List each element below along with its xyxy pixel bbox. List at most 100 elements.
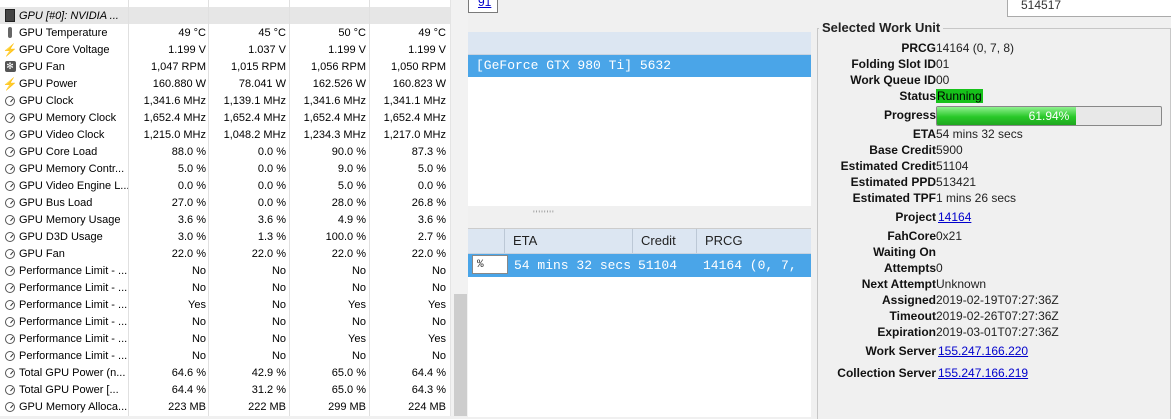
sensor-row[interactable]: Performance Limit - ... No No No No bbox=[0, 262, 450, 279]
sensor-row[interactable]: ✻ GPU Fan 1,047 RPM 1,015 RPM 1,056 RPM 1,050… bbox=[0, 58, 450, 75]
queue-row[interactable]: % 54 mins 32 secs 51104 14164 (0, 7, bbox=[468, 254, 811, 277]
sensor-row[interactable]: Performance Limit - ... No No No No bbox=[0, 347, 450, 364]
progress-label: Progress bbox=[883, 108, 936, 122]
sensor-avg-value: No bbox=[431, 315, 446, 328]
scrollbar-thumb[interactable] bbox=[454, 294, 467, 416]
sensor-min-value: No bbox=[271, 332, 286, 345]
sensor-min-value: 1,015 RPM bbox=[230, 60, 286, 73]
project-label: Project bbox=[895, 210, 936, 224]
next-attempt-label: Next Attempt bbox=[861, 277, 936, 291]
work-server-link[interactable]: 155.247.166.220 bbox=[938, 344, 1028, 358]
queue-col-credit-header[interactable]: Credit bbox=[632, 229, 696, 253]
sensor-min-value: 0.0 % bbox=[257, 145, 286, 158]
sensor-max-value: No bbox=[351, 281, 366, 294]
thermometer-icon bbox=[4, 27, 16, 39]
sensor-avg-value: 1,652.4 MHz bbox=[383, 111, 446, 124]
sensor-min-value: 0.0 % bbox=[257, 196, 286, 209]
sensor-avg-value: 0.0 % bbox=[417, 179, 446, 192]
sensor-max-value: 65.0 % bbox=[331, 383, 366, 396]
sensor-name: Performance Limit - ... bbox=[19, 281, 128, 294]
queue-col-eta-header[interactable]: ETA bbox=[504, 229, 632, 253]
sensor-min-value: 1,139.1 MHz bbox=[223, 94, 286, 107]
sensor-max-value: 22.0 % bbox=[331, 247, 366, 260]
sensor-current-value: 1.199 V bbox=[168, 43, 206, 56]
sensor-max-value: 299 MB bbox=[328, 400, 366, 413]
sensor-row[interactable]: ⚡ GPU Power 160.880 W 78.041 W 162.526 W 160.… bbox=[0, 75, 450, 92]
sensor-row[interactable]: GPU Fan 22.0 % 22.0 % 22.0 % 22.0 % bbox=[0, 245, 450, 262]
wu-row-slot: Folding Slot ID 01 bbox=[811, 57, 1171, 73]
sensor-row[interactable]: Performance Limit - ... No No Yes Yes bbox=[0, 330, 450, 347]
gauge-icon bbox=[4, 367, 16, 379]
sensor-row[interactable]: GPU Temperature 49 °C 45 °C 50 °C 49 °C bbox=[0, 24, 450, 41]
sensor-max-value: 1,341.6 MHz bbox=[303, 94, 366, 107]
sensor-row[interactable]: GPU Memory Alloca... 223 MB 222 MB 299 MB 22… bbox=[0, 398, 450, 415]
sensor-scrollbar[interactable] bbox=[450, 0, 468, 416]
project-link[interactable]: 14164 bbox=[938, 210, 971, 224]
sensor-current-value: 1,215.0 MHz bbox=[143, 128, 206, 141]
wu-row-status: Status Running bbox=[811, 89, 1171, 105]
sensor-current-value: No bbox=[191, 332, 206, 345]
collection-server-link[interactable]: 155.247.166.219 bbox=[938, 366, 1028, 380]
wu-row-expiration: Expiration 2019-03-01T07:27:36Z bbox=[811, 325, 1171, 341]
sensor-current-value: No bbox=[191, 264, 206, 277]
sensor-max-value: 1,234.3 MHz bbox=[303, 128, 366, 141]
sensor-group-header[interactable]: GPU [#0]: NVIDIA ... bbox=[0, 7, 450, 24]
sensor-row[interactable]: GPU Bus Load 27.0 % 0.0 % 28.0 % 26.8 % bbox=[0, 194, 450, 211]
fahcore-label: FahCore bbox=[887, 229, 936, 243]
estimated-credit-label: Estimated Credit bbox=[840, 159, 936, 173]
sensor-row[interactable]: GPU Clock 1,341.6 MHz 1,139.1 MHz 1,341.6 M… bbox=[0, 92, 450, 109]
sensor-name: GPU Core Load bbox=[19, 145, 98, 158]
sensor-current-value: 1,047 RPM bbox=[150, 60, 206, 73]
sensor-name: GPU Memory Usage bbox=[19, 213, 121, 226]
sensor-min-value: No bbox=[271, 315, 286, 328]
sensor-row[interactable]: GPU Video Clock 1,215.0 MHz 1,048.2 MHz 1,2… bbox=[0, 126, 450, 143]
attempts-label: Attempts bbox=[883, 261, 936, 275]
sensor-row[interactable]: Total GPU Power [... 64.4 % 31.2 % 65.0 % 64… bbox=[0, 381, 450, 398]
sensor-panel: GPU [#0]: NVIDIA ... GPU Temperature 49 °… bbox=[0, 0, 468, 416]
sensor-max-value: 50 °C bbox=[338, 26, 366, 39]
estimated-tpf-label: Estimated TPF bbox=[852, 191, 936, 205]
sensor-row[interactable]: Total GPU Power (n... 64.6 % 42.9 % 65.0 % 6… bbox=[0, 364, 450, 381]
sensor-row[interactable]: GPU D3D Usage 3.0 % 1.3 % 100.0 % 2.7 % bbox=[0, 228, 450, 245]
sensor-avg-value: No bbox=[431, 349, 446, 362]
expiration-value: 2019-03-01T07:27:36Z bbox=[936, 325, 1059, 339]
progress-bar: 61.94% bbox=[936, 106, 1162, 126]
slot-row[interactable]: [GeForce GTX 980 Ti] 5632 bbox=[468, 55, 811, 77]
wu-row-est-tpf: Estimated TPF 1 mins 26 secs bbox=[811, 191, 1171, 207]
top-link[interactable]: 91 bbox=[478, 0, 491, 9]
sensor-name: Performance Limit - ... bbox=[19, 264, 128, 277]
sensor-max-value: 1,056 RPM bbox=[310, 60, 366, 73]
prcg-value: 14164 (0, 7, 8) bbox=[936, 41, 1015, 55]
sensor-name: GPU Memory Alloca... bbox=[19, 400, 128, 413]
expiration-label: Expiration bbox=[877, 325, 936, 339]
sensor-row[interactable]: GPU Core Load 88.0 % 0.0 % 90.0 % 87.3 % bbox=[0, 143, 450, 160]
sensor-row[interactable]: GPU Video Engine L... 0.0 % 0.0 % 5.0 % 0.0 … bbox=[0, 177, 450, 194]
sensor-row[interactable]: Performance Limit - ... No No No No bbox=[0, 313, 450, 330]
sensor-row[interactable]: ⚡ GPU Core Voltage 1.199 V 1.037 V 1.199 V 1.… bbox=[0, 41, 450, 58]
gauge-icon bbox=[4, 299, 16, 311]
sensor-avg-value: 5.0 % bbox=[417, 162, 446, 175]
sensor-min-value: 45 °C bbox=[258, 26, 286, 39]
sensor-current-value: 5.0 % bbox=[177, 162, 206, 175]
sensor-row[interactable]: Performance Limit - ... Yes No Yes Yes bbox=[0, 296, 450, 313]
sensor-row[interactable]: GPU Memory Usage 3.6 % 3.6 % 4.9 % 3.6 % bbox=[0, 211, 450, 228]
pane-splitter[interactable]: '''''''' bbox=[533, 209, 555, 219]
gauge-icon bbox=[4, 197, 16, 209]
sensor-group-label: GPU [#0]: NVIDIA ... bbox=[19, 9, 119, 22]
sensor-avg-value: No bbox=[431, 281, 446, 294]
eta-label: ETA bbox=[912, 127, 936, 141]
sensor-name: GPU Clock bbox=[19, 94, 74, 107]
sensor-row[interactable]: GPU Memory Contr... 5.0 % 0.0 % 9.0 % 5.0 % bbox=[0, 160, 450, 177]
queue-col-progress-header[interactable] bbox=[468, 229, 504, 253]
sensor-min-value: No bbox=[271, 281, 286, 294]
sensor-current-value: 49 °C bbox=[178, 26, 206, 39]
queue-col-prcg-header[interactable]: PRCG bbox=[696, 229, 811, 253]
sensor-max-value: 4.9 % bbox=[337, 213, 366, 226]
sensor-row[interactable]: GPU Memory Clock 1,652.4 MHz 1,652.4 MHz 1,… bbox=[0, 109, 450, 126]
attempts-value: 0 bbox=[936, 261, 943, 275]
sensor-max-value: 28.0 % bbox=[331, 196, 366, 209]
sensor-row[interactable]: Performance Limit - ... No No No No bbox=[0, 279, 450, 296]
estimated-ppd-label: Estimated PPD bbox=[850, 175, 936, 189]
sensor-min-value: 1,048.2 MHz bbox=[223, 128, 286, 141]
queue-eta-cell: 54 mins 32 secs bbox=[514, 258, 632, 273]
